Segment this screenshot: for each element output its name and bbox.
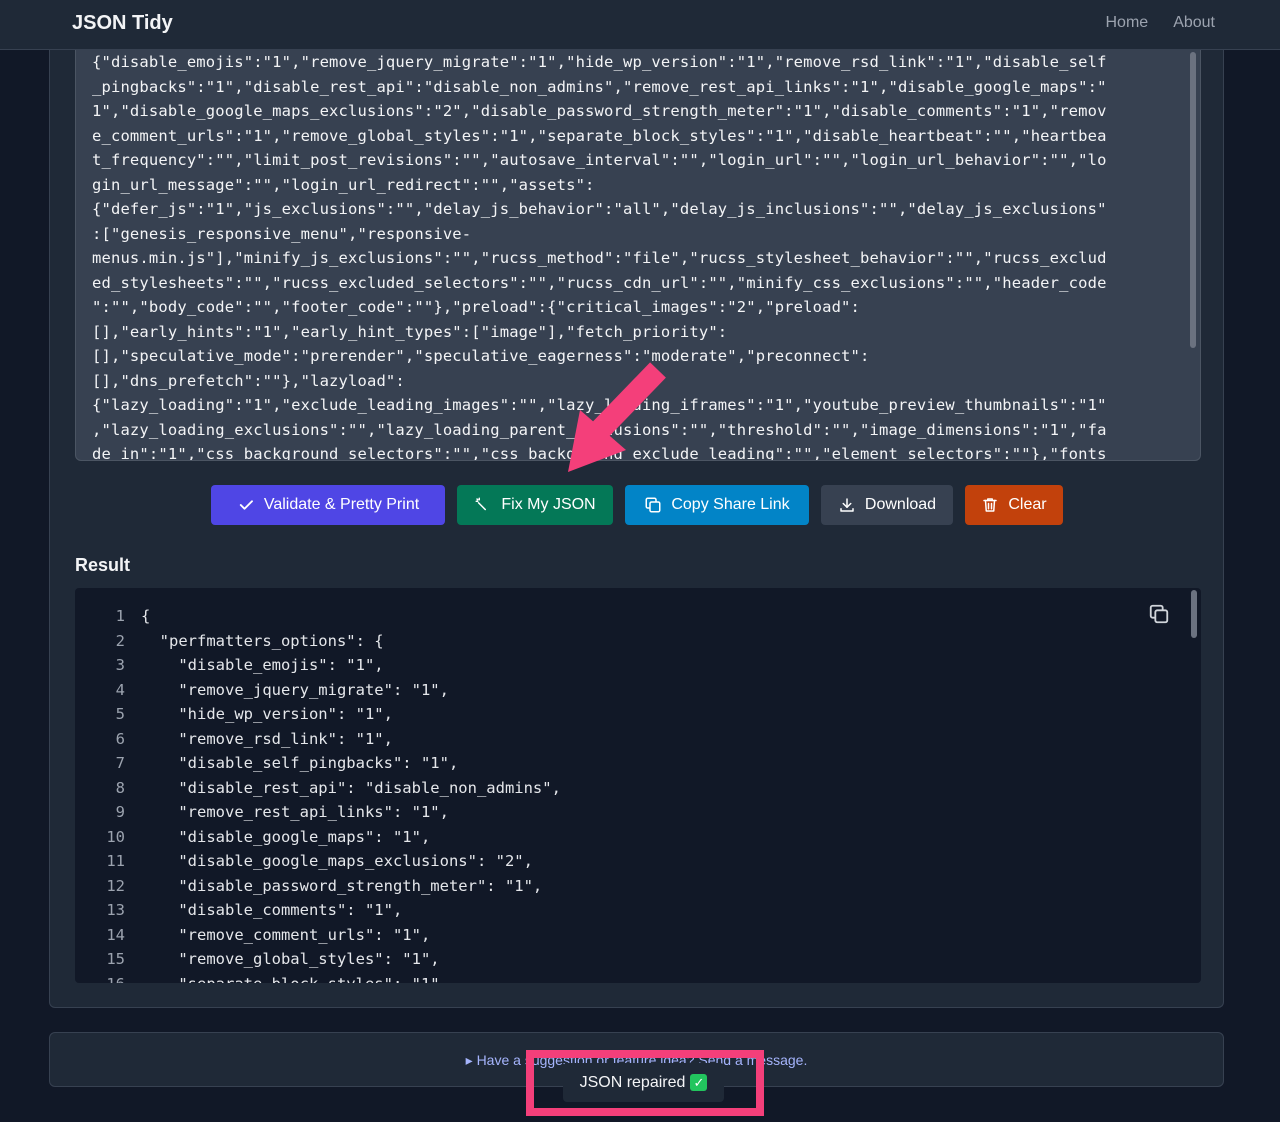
line-number: 15 [106, 950, 125, 968]
input-line: ed_stylesheets":"","rucss_excluded_selec… [92, 273, 1107, 292]
line-numbers: 12345678910111213141516 [95, 604, 125, 983]
code-line: "disable_self_pingbacks": "1", [141, 754, 459, 772]
line-number: 13 [106, 901, 125, 919]
nav-about-link[interactable]: About [1173, 14, 1215, 32]
toast-text: JSON repaired [579, 1073, 686, 1091]
brand-title[interactable]: JSON Tidy [72, 12, 173, 35]
line-number: 5 [115, 705, 125, 723]
input-line: [],"early_hints":"1","early_hint_types":… [92, 322, 728, 341]
validate-button[interactable]: Validate & Pretty Print [211, 485, 445, 525]
input-line: {"disable_emojis":"1","remove_jquery_mig… [92, 53, 1107, 71]
code-line: "remove_rest_api_links": "1", [141, 803, 449, 821]
line-number: 12 [106, 876, 125, 895]
main-card: {"disable_emojis":"1","remove_jquery_mig… [49, 50, 1224, 1008]
code-line: "perfmatters_options": { [141, 631, 384, 650]
line-number: 2 [115, 631, 125, 650]
result-heading: Result [75, 555, 131, 575]
check-icon [239, 500, 253, 510]
code-line: "remove_rsd_link": "1", [141, 729, 393, 748]
code-line: "disable_password_strength_meter": "1", [141, 876, 543, 895]
validate-button-label: Validate & Pretty Print [263, 496, 420, 513]
line-number: 16 [95, 972, 125, 984]
code-line: "separate_block_styles": "1", [141, 972, 561, 984]
annotation-arrow-icon [568, 362, 666, 472]
line-number: 6 [115, 729, 125, 748]
input-line: t_frequency":"","limit_post_revisions":"… [92, 151, 1107, 169]
result-scrollbar[interactable] [1191, 590, 1197, 638]
fix-json-button[interactable]: Fix My JSON [457, 485, 613, 525]
input-line: ":"","body_code":"","footer_code":""},"p… [92, 298, 861, 316]
copy-share-link-label: Copy Share Link [671, 496, 790, 513]
copy-share-link-button[interactable]: Copy Share Link [625, 485, 809, 525]
code-line: "disable_emojis": "1", [141, 656, 384, 674]
input-line: gin_url_message":"","login_url_redirect"… [92, 175, 595, 194]
code-line: "disable_comments": "1", [141, 901, 403, 919]
input-line: _pingbacks":"1","disable_rest_api":"disa… [92, 77, 1107, 96]
code-line: "remove_jquery_migrate": "1", [141, 680, 449, 699]
line-number: 8 [115, 778, 125, 797]
line-number: 1 [115, 607, 125, 625]
clear-button-label: Clear [1008, 496, 1047, 513]
code-line: "remove_global_styles": "1", [141, 950, 440, 968]
line-number: 10 [106, 827, 125, 846]
input-line: {"defer_js":"1","js_exclusions":"","dela… [92, 200, 1107, 218]
code-line: "hide_wp_version": "1", [141, 705, 393, 723]
nav-home-link[interactable]: Home [1106, 14, 1149, 32]
code-line: "disable_google_maps_exclusions": "2", [141, 852, 533, 870]
fix-json-button-label: Fix My JSON [501, 496, 596, 513]
navbar: JSON Tidy Home About [0, 0, 1280, 50]
nav-links: Home About [1106, 14, 1216, 32]
code-line: { [141, 607, 151, 625]
check-mark-icon: ✓ [690, 1074, 708, 1091]
code-line: "remove_comment_urls": "1", [141, 925, 431, 944]
line-number: 14 [106, 925, 125, 944]
copy-icon [645, 497, 661, 513]
line-number: 3 [115, 656, 125, 674]
download-button[interactable]: Download [821, 485, 953, 525]
input-line: menus.min.js"],"minify_js_exclusions":""… [92, 249, 1107, 267]
code-line: "disable_google_maps": "1", [141, 827, 431, 846]
download-button-label: Download [864, 496, 937, 513]
copy-result-button[interactable] [1147, 602, 1171, 626]
line-number: 7 [115, 754, 125, 772]
line-number: 4 [115, 680, 125, 699]
copy-icon [1149, 604, 1169, 624]
input-line: e_comment_urls":"1","remove_global_style… [92, 126, 1107, 145]
toast-notification: JSON repaired ✓ [563, 1063, 724, 1102]
code-line: "disable_rest_api": "disable_non_admins"… [141, 778, 561, 797]
download-icon [840, 498, 854, 512]
trash-icon [983, 498, 998, 512]
clear-button[interactable]: Clear [965, 485, 1063, 525]
wand-icon [475, 497, 487, 511]
result-output: 12345678910111213141516 { "perfmatters_o… [75, 588, 1201, 983]
line-number: 11 [106, 852, 125, 870]
line-number: 9 [115, 803, 125, 821]
input-line: 1","disable_google_maps_exclusions":"2",… [92, 102, 1107, 120]
action-buttons: Validate & Pretty Print Fix My JSON Copy… [211, 485, 1063, 525]
input-line: :["genesis_responsive_menu","responsive- [92, 224, 472, 243]
result-code: { "perfmatters_options": { "disable_emoj… [141, 604, 561, 983]
input-scrollbar[interactable] [1190, 52, 1196, 348]
